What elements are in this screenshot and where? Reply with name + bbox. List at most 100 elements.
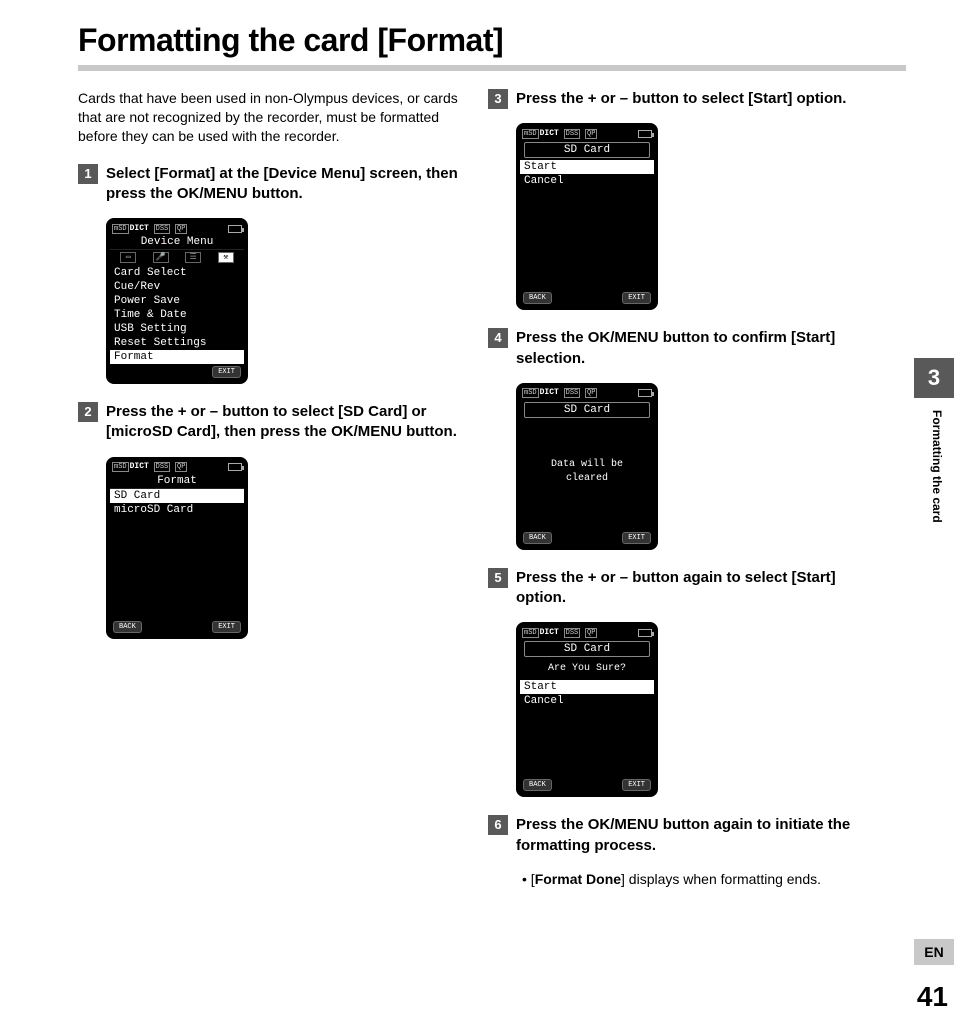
lcd-body: Card Select Cue/Rev Power Save Time & Da… (110, 266, 244, 364)
msg-line: cleared (566, 473, 608, 484)
step-1-text: Select [Format] at the [Device Menu] scr… (106, 164, 478, 205)
menu-item: Reset Settings (110, 336, 244, 350)
tab-icon: ☰ (185, 252, 201, 263)
content-area: Cards that have been used in non-Olympus… (0, 71, 954, 889)
menu-item: USB Setting (110, 322, 244, 336)
t: ] displays when formatting ends. (621, 871, 821, 887)
lcd-softkeys: BACKEXIT (520, 530, 654, 546)
lcd-tabs: ▭ 🎤 ☰ ⚒ (110, 250, 244, 266)
status-qp: QP (585, 628, 597, 638)
chapter-tab: 3 (914, 358, 954, 398)
t: ] at the [ (210, 165, 268, 182)
t: OK/MENU (177, 185, 248, 202)
menu-item-selected: SD Card (110, 489, 244, 503)
lcd-status-bar: mSDDICT DSS QP (520, 127, 654, 140)
lcd-status-bar: mSDDICT DSS QP (110, 461, 244, 474)
t: Start (796, 329, 830, 346)
menu-item: Power Save (110, 294, 244, 308)
lcd-screen-are-you-sure: mSDDICT DSS QP SD Card Are You Sure? Sta… (516, 622, 658, 797)
menu-item: Cancel (520, 174, 654, 188)
status-sd-icon: mSD (522, 628, 539, 638)
lcd-title: Device Menu (110, 235, 244, 250)
step-number-badge: 6 (488, 815, 508, 835)
battery-icon (228, 225, 242, 233)
step-1: 1 Select [Format] at the [Device Menu] s… (78, 164, 478, 205)
battery-icon (638, 629, 652, 637)
step-3-text: Press the + or – button to select [Start… (516, 89, 888, 109)
lcd-title: Format (110, 474, 244, 489)
status-dss: DSS (564, 628, 581, 638)
lcd-body: Start Cancel (520, 160, 654, 290)
step-6-bullet: [Format Done] displays when formatting e… (488, 870, 888, 889)
menu-item-selected: Start (520, 680, 654, 694)
t: Start (753, 90, 787, 107)
status-dss: DSS (154, 224, 171, 234)
battery-icon (638, 389, 652, 397)
status-sd-icon: mSD (112, 462, 129, 472)
softkey-back: BACK (113, 621, 142, 633)
lcd-status-bar: mSDDICT DSS QP (110, 222, 244, 235)
lcd-question: Are You Sure? (520, 659, 654, 680)
status-dict: DICT (540, 628, 559, 637)
status-sd-icon: mSD (522, 129, 539, 139)
softkey-exit: EXIT (212, 621, 241, 633)
t: OK/MENU (588, 329, 659, 346)
lcd-softkeys: BACKEXIT (110, 364, 244, 380)
menu-item: microSD Card (110, 503, 244, 517)
t: Device Menu (269, 165, 361, 182)
lcd-softkeys: BACKEXIT (520, 290, 654, 306)
step-5-text: Press the + or – button again to select … (516, 568, 888, 609)
t: Start (796, 569, 830, 586)
msg-line: Data will be (551, 459, 623, 470)
status-dss: DSS (154, 462, 171, 472)
step-number-badge: 2 (78, 402, 98, 422)
softkey-back: BACK (523, 779, 552, 791)
t: Press the + or – button to select [ (516, 90, 753, 107)
lcd-softkeys: BACK EXIT (110, 619, 244, 635)
step-3: 3 Press the + or – button to select [Sta… (488, 89, 888, 109)
lcd-body: SD Card microSD Card (110, 489, 244, 619)
softkey-exit: EXIT (622, 779, 651, 791)
t: microSD Card (111, 423, 211, 440)
lcd-status-bar: mSDDICT DSS QP (520, 387, 654, 400)
status-dss: DSS (564, 388, 581, 398)
menu-item: Card Select (110, 266, 244, 280)
battery-icon (228, 463, 242, 471)
status-dss: DSS (564, 129, 581, 139)
page-title: Formatting the card [Format] (0, 0, 954, 65)
lcd-body: Data will be cleared (520, 420, 654, 530)
t: Press the (516, 329, 588, 346)
left-column: Cards that have been used in non-Olympus… (78, 89, 478, 889)
intro-text: Cards that have been used in non-Olympus… (78, 89, 478, 146)
tab-icon: 🎤 (153, 252, 169, 263)
right-column: 3 Press the + or – button to select [Sta… (488, 89, 888, 889)
t: OK/MENU (331, 423, 402, 440)
status-sd-icon: mSD (112, 224, 129, 234)
softkey-exit: EXIT (622, 292, 651, 304)
lcd-message: Data will be cleared (520, 420, 654, 524)
t: Format (159, 165, 210, 182)
language-tag: EN (914, 939, 954, 965)
t: SD Card (343, 403, 402, 420)
menu-item: Cancel (520, 694, 654, 708)
t: Press the (516, 816, 588, 833)
t: ] option. (787, 90, 846, 107)
menu-item-selected: Start (520, 160, 654, 174)
step-2: 2 Press the + or – button to select [SD … (78, 402, 478, 443)
t: button. (248, 185, 303, 202)
menu-item: Cue/Rev (110, 280, 244, 294)
lcd-status-bar: mSDDICT DSS QP (520, 626, 654, 639)
t: button to confirm [ (659, 329, 796, 346)
t: Select [ (106, 165, 159, 182)
lcd-title: SD Card (524, 142, 650, 158)
step-6: 6 Press the OK/MENU button again to init… (488, 815, 888, 856)
step-5: 5 Press the + or – button again to selec… (488, 568, 888, 609)
t: ], then press the (211, 423, 331, 440)
t: Press the + or – button again to select … (516, 569, 796, 586)
step-number-badge: 4 (488, 328, 508, 348)
status-qp: QP (175, 462, 187, 472)
step-number-badge: 1 (78, 164, 98, 184)
status-qp: QP (585, 129, 597, 139)
softkey-exit: EXIT (212, 366, 241, 378)
tab-icon: ▭ (120, 252, 136, 263)
